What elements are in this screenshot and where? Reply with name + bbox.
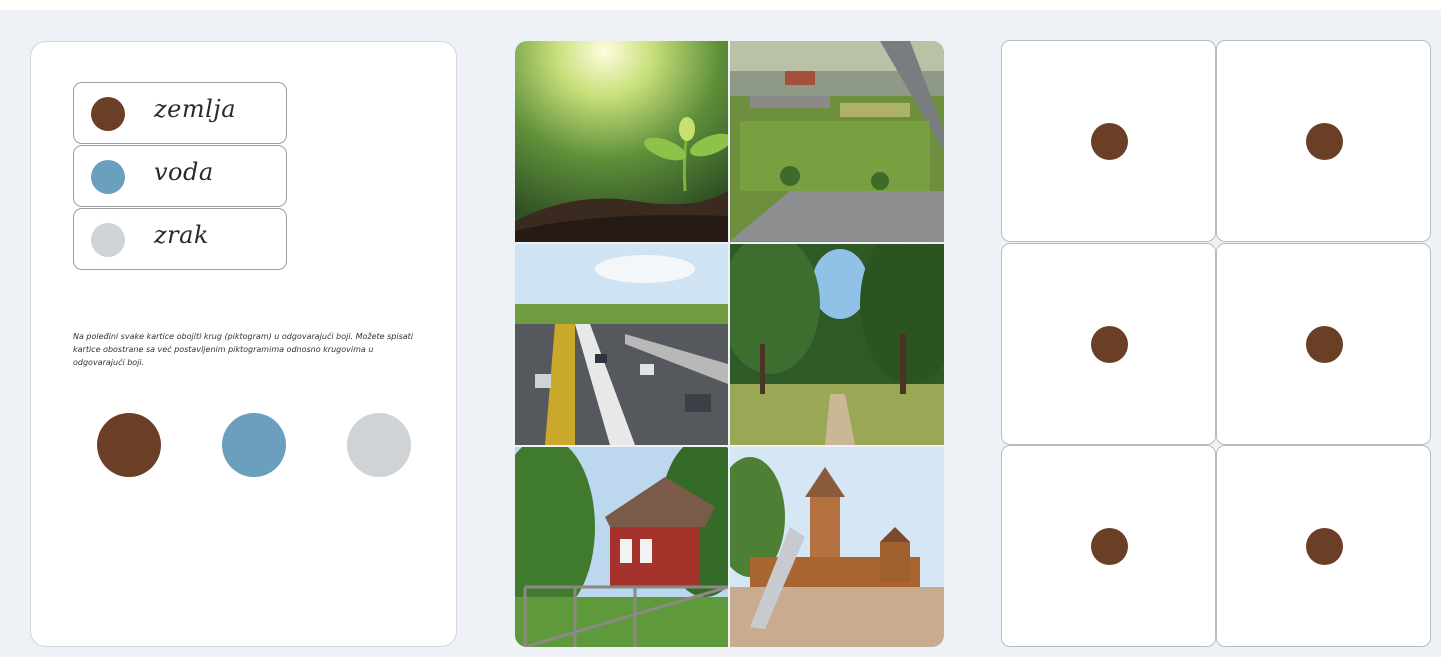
earth-color-swatch bbox=[97, 413, 161, 477]
brown-circle-icon bbox=[1091, 528, 1128, 565]
brown-circle-icon bbox=[1306, 326, 1343, 363]
blue-circle-icon bbox=[91, 160, 125, 194]
legend-word: zemlja bbox=[154, 95, 237, 123]
highway-traffic-photo bbox=[515, 244, 728, 445]
legend-word: voda bbox=[154, 158, 214, 186]
card bbox=[1216, 40, 1431, 242]
gray-circle-icon bbox=[91, 223, 125, 257]
card bbox=[1001, 445, 1216, 647]
sprout-in-soil-photo bbox=[515, 41, 728, 242]
card bbox=[1216, 243, 1431, 445]
wooden-playground-photo bbox=[730, 447, 944, 647]
instructions-text: Na poleđini svake kartice obojiti krug (… bbox=[73, 332, 414, 367]
legend-item-voda: voda bbox=[73, 145, 287, 207]
red-house-with-gate-photo bbox=[515, 447, 728, 647]
aerial-fields-and-town-photo bbox=[730, 41, 944, 242]
brown-circle-icon bbox=[1091, 326, 1128, 363]
brown-circle-icon bbox=[91, 97, 125, 131]
card bbox=[1216, 445, 1431, 647]
photo-grid bbox=[515, 41, 944, 647]
air-color-swatch bbox=[347, 413, 411, 477]
legend-item-zrak: zrak bbox=[73, 208, 287, 270]
legend-item-zemlja: zemlja bbox=[73, 82, 287, 144]
brown-circle-icon bbox=[1306, 528, 1343, 565]
brown-circle-icon bbox=[1091, 123, 1128, 160]
water-color-swatch bbox=[222, 413, 286, 477]
legend-word: zrak bbox=[154, 221, 209, 249]
card-grid bbox=[1001, 40, 1431, 647]
card bbox=[1001, 40, 1216, 242]
forest-path-photo bbox=[730, 244, 944, 445]
top-bar bbox=[0, 0, 1441, 10]
legend-panel: zemlja voda zrak Na poleđini svake karti… bbox=[30, 41, 457, 647]
card bbox=[1001, 243, 1216, 445]
brown-circle-icon bbox=[1306, 123, 1343, 160]
